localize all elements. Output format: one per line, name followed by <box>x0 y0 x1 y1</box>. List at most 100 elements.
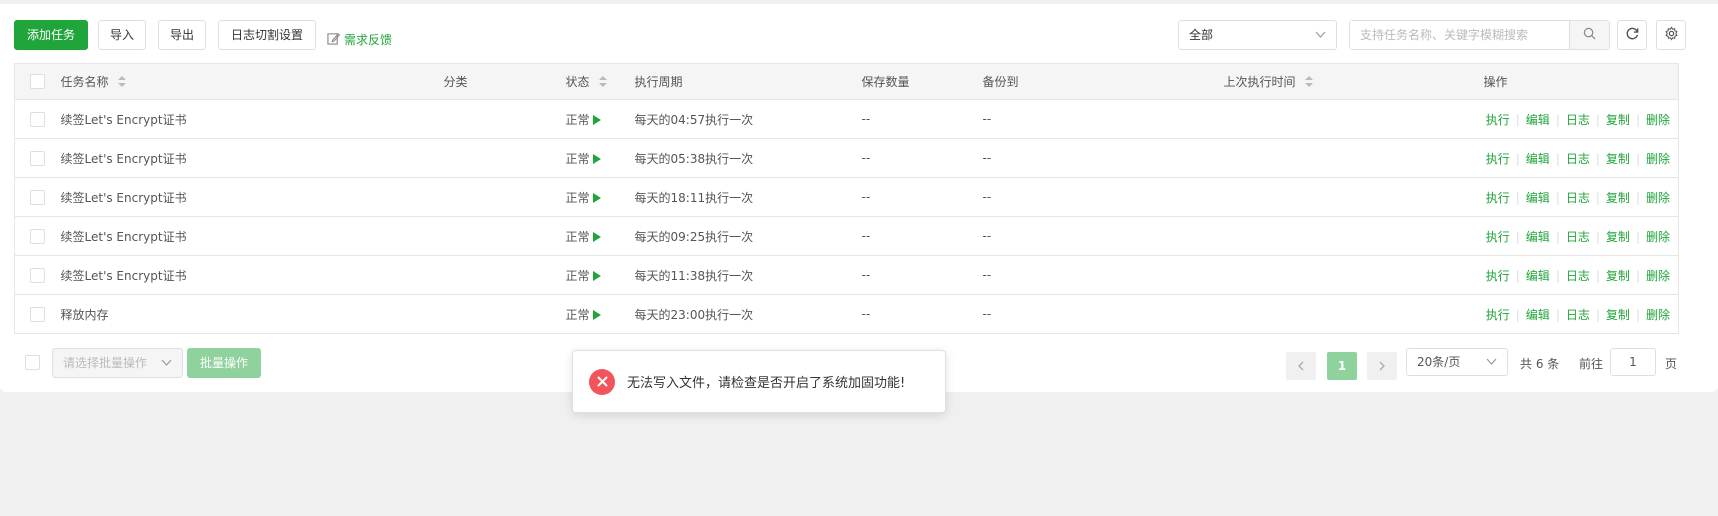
action-separator: | <box>1515 268 1520 283</box>
action-link[interactable]: 编辑 <box>1526 191 1550 205</box>
task-cycle: 每天的23:00执行一次 <box>634 294 862 334</box>
sort-icon <box>599 75 608 90</box>
log-rotate-button[interactable]: 日志切割设置 <box>218 20 316 50</box>
task-backup-to: -- <box>982 177 1224 217</box>
action-link[interactable]: 复制 <box>1606 152 1630 166</box>
action-link[interactable]: 删除 <box>1646 308 1670 322</box>
row-checkbox[interactable] <box>30 111 46 127</box>
action-link[interactable]: 执行 <box>1486 113 1510 127</box>
select-all-checkbox[interactable] <box>30 74 46 89</box>
action-link[interactable]: 日志 <box>1566 191 1590 205</box>
play-icon <box>593 269 602 283</box>
task-status[interactable]: 正常 <box>565 99 635 139</box>
header-category-label: 分类 <box>443 75 468 89</box>
task-save-count: -- <box>861 294 983 334</box>
task-status[interactable]: 正常 <box>565 255 635 295</box>
action-link[interactable]: 执行 <box>1486 308 1510 322</box>
goto-page-input[interactable]: 1 <box>1610 348 1656 376</box>
batch-select[interactable]: 请选择批量操作 <box>52 348 183 378</box>
search-input[interactable] <box>1350 21 1568 49</box>
action-link[interactable]: 复制 <box>1606 230 1630 244</box>
action-link[interactable]: 复制 <box>1606 308 1630 322</box>
play-icon <box>593 152 602 166</box>
task-backup-to: -- <box>982 216 1224 256</box>
action-link[interactable]: 删除 <box>1646 152 1670 166</box>
filter-select[interactable]: 全部 <box>1178 20 1337 50</box>
cron-panel: 添加任务 导入 导出 日志切割设置 需求反馈 全部 支持任务名称、关键字模糊搜索… <box>0 4 1718 392</box>
next-page-button[interactable] <box>1367 352 1397 380</box>
task-actions: 执行 | 编辑 | 日志 | 复制 | 删除 <box>1483 255 1679 295</box>
action-link[interactable]: 日志 <box>1566 152 1590 166</box>
settings-button[interactable] <box>1656 20 1686 50</box>
feedback-link[interactable]: 需求反馈 <box>327 31 392 48</box>
task-status[interactable]: 正常 <box>565 294 635 334</box>
task-status[interactable]: 正常 <box>565 216 635 256</box>
task-last-run <box>1223 216 1484 256</box>
row-checkbox[interactable] <box>30 267 46 283</box>
action-link[interactable]: 复制 <box>1606 113 1630 127</box>
status-label: 正常 <box>565 151 590 166</box>
action-link[interactable]: 执行 <box>1486 269 1510 283</box>
row-checkbox[interactable] <box>30 306 46 322</box>
status-label: 正常 <box>565 307 590 322</box>
action-link[interactable]: 编辑 <box>1526 152 1550 166</box>
chevron-left-icon <box>1297 361 1305 384</box>
header-backup-to-label: 备份到 <box>982 75 1019 89</box>
row-checkbox[interactable] <box>30 150 46 166</box>
action-link[interactable]: 日志 <box>1566 269 1590 283</box>
action-separator: | <box>1555 112 1560 127</box>
prev-page-button[interactable] <box>1286 352 1316 380</box>
header-name[interactable]: 任务名称 <box>60 63 444 100</box>
action-link[interactable]: 编辑 <box>1526 113 1550 127</box>
task-name: 续签Let's Encrypt证书 <box>60 255 444 295</box>
row-checkbox[interactable] <box>30 189 46 205</box>
edit-icon <box>327 32 341 48</box>
table-row: 续签Let's Encrypt证书 正常 每天的05:38执行一次 -- -- 执行 | 编… <box>14 138 1679 178</box>
task-last-run <box>1223 255 1484 295</box>
action-link[interactable]: 复制 <box>1606 269 1630 283</box>
import-button[interactable]: 导入 <box>98 20 146 50</box>
page-size-select[interactable]: 20条/页 <box>1406 348 1508 376</box>
action-link[interactable]: 删除 <box>1646 191 1670 205</box>
action-separator: | <box>1635 112 1640 127</box>
action-link[interactable]: 执行 <box>1486 191 1510 205</box>
task-save-count: -- <box>861 216 983 256</box>
action-link[interactable]: 执行 <box>1486 152 1510 166</box>
header-category: 分类 <box>443 63 566 100</box>
action-link[interactable]: 删除 <box>1646 269 1670 283</box>
error-icon <box>589 368 615 395</box>
task-actions: 执行 | 编辑 | 日志 | 复制 | 删除 <box>1483 216 1679 256</box>
action-separator: | <box>1515 229 1520 244</box>
status-label: 正常 <box>565 112 590 127</box>
action-link[interactable]: 编辑 <box>1526 269 1550 283</box>
action-link[interactable]: 编辑 <box>1526 230 1550 244</box>
search-button[interactable] <box>1569 21 1609 49</box>
action-link[interactable]: 删除 <box>1646 230 1670 244</box>
refresh-icon <box>1625 26 1640 44</box>
row-checkbox[interactable] <box>30 228 46 244</box>
header-status[interactable]: 状态 <box>565 63 635 100</box>
task-category <box>443 216 566 256</box>
batch-select-checkbox[interactable] <box>25 355 40 370</box>
action-link[interactable]: 日志 <box>1566 308 1590 322</box>
action-link[interactable]: 日志 <box>1566 230 1590 244</box>
task-backup-to: -- <box>982 255 1224 295</box>
action-link[interactable]: 删除 <box>1646 113 1670 127</box>
task-cycle: 每天的18:11执行一次 <box>634 177 862 217</box>
task-actions: 执行 | 编辑 | 日志 | 复制 | 删除 <box>1483 294 1679 334</box>
export-button[interactable]: 导出 <box>158 20 206 50</box>
action-link[interactable]: 复制 <box>1606 191 1630 205</box>
action-link[interactable]: 编辑 <box>1526 308 1550 322</box>
action-link[interactable]: 执行 <box>1486 230 1510 244</box>
task-status[interactable]: 正常 <box>565 138 635 178</box>
header-last-run[interactable]: 上次执行时间 <box>1223 63 1484 100</box>
refresh-button[interactable] <box>1617 20 1647 50</box>
add-task-button[interactable]: 添加任务 <box>14 20 88 50</box>
batch-operation-button[interactable]: 批量操作 <box>187 348 261 378</box>
task-status[interactable]: 正常 <box>565 177 635 217</box>
task-cycle: 每天的11:38执行一次 <box>634 255 862 295</box>
status-label: 正常 <box>565 229 590 244</box>
action-link[interactable]: 日志 <box>1566 113 1590 127</box>
table-row: 释放内存 正常 每天的23:00执行一次 -- -- 执行 | 编辑 | 日志 | 复制 | 删除 <box>14 294 1679 334</box>
page-1-button[interactable]: 1 <box>1327 352 1357 380</box>
